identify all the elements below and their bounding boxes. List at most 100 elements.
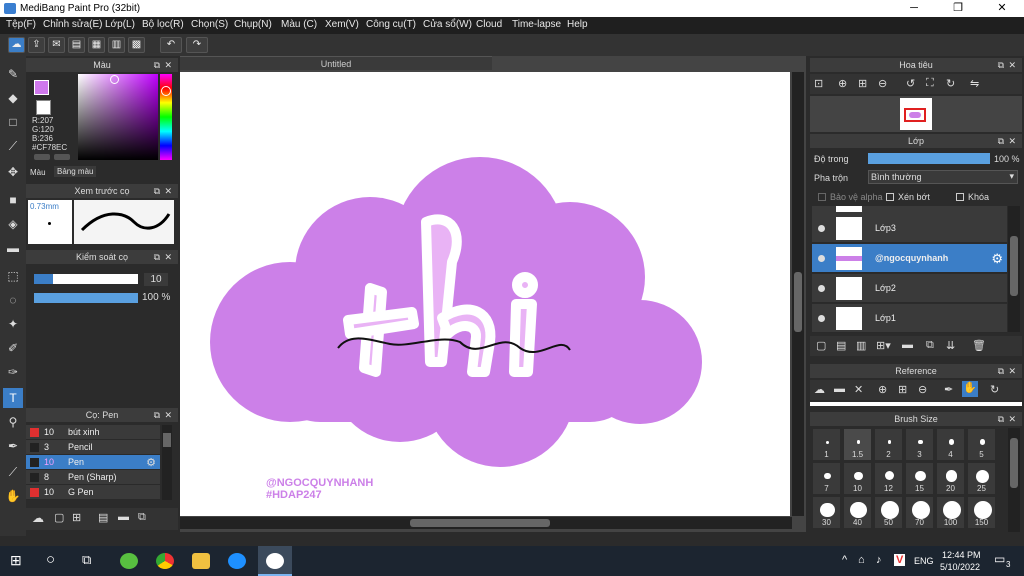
scroll-thumb[interactable] (794, 272, 802, 332)
notification-icon[interactable]: ▭ (994, 552, 1005, 566)
close-icon[interactable]: ✕ (164, 408, 172, 422)
new-layer-icon[interactable]: ▢ (816, 339, 826, 352)
select-eraser-tool-icon[interactable]: ✑ (3, 362, 23, 382)
saturation-value-picker[interactable] (78, 74, 158, 160)
brush-size-cell[interactable]: 4 (936, 428, 965, 461)
layer-row-selected[interactable]: @ngocquynhanh ⚙ (812, 244, 1007, 273)
close-icon[interactable]: ✕ (1008, 58, 1016, 72)
antivirus-icon[interactable]: V (894, 554, 906, 566)
lasso-tool-icon[interactable]: ◌ (3, 290, 23, 310)
brush-size-cell[interactable]: 1 (812, 428, 841, 461)
eyedropper-icon[interactable]: ✒ (944, 383, 953, 396)
tab-color[interactable]: Màu (30, 168, 46, 177)
gear-icon[interactable]: ⚙ (991, 251, 1003, 267)
menu-cloud[interactable]: Cloud (476, 19, 502, 30)
brush-size-cell[interactable]: 15 (905, 462, 934, 495)
brush-list-scrollbar[interactable] (162, 425, 172, 500)
menu-edit[interactable]: Chỉnh sửa(E) (43, 19, 103, 30)
layer-row[interactable]: Lớp3 (812, 214, 1007, 243)
brush-size-cell[interactable]: 100 (936, 496, 965, 529)
actual-size-icon[interactable]: ⊞ (898, 383, 907, 396)
close-icon[interactable]: ✕ (164, 58, 172, 72)
maximize-button[interactable]: ❐ (936, 0, 980, 17)
network-icon[interactable]: ⌂ (858, 554, 865, 566)
canvas-horizontal-scrollbar[interactable] (180, 517, 792, 529)
chrome-icon[interactable] (156, 553, 174, 569)
brush-size-cell[interactable]: 20 (936, 462, 965, 495)
scroll-thumb[interactable] (1010, 236, 1018, 296)
close-icon[interactable]: ✕ (164, 250, 172, 264)
hand-tool-icon[interactable]: ✋ (3, 486, 23, 506)
edge-icon[interactable] (228, 553, 246, 569)
menu-timelapse[interactable]: Time-lapse (512, 19, 561, 30)
zoom-out-icon[interactable]: ⊖ (918, 383, 927, 396)
magic-wand-tool-icon[interactable]: ✦ (3, 314, 23, 334)
color-picker-handle[interactable] (110, 75, 119, 84)
canvas-vertical-scrollbar[interactable] (792, 72, 804, 516)
drawing-canvas[interactable]: @NGOCQUYNHANH #HDAP247 (180, 72, 790, 516)
layer-visibility-icon[interactable] (818, 225, 825, 232)
app-icon-green[interactable] (120, 553, 138, 569)
hand-icon[interactable]: ✋ (962, 381, 978, 397)
zoom-in-icon[interactable]: ⊕ (878, 383, 887, 396)
brush-size-cell[interactable]: 10 (843, 462, 872, 495)
cloud-download-icon[interactable]: ☁ (32, 511, 44, 525)
menu-capture[interactable]: Chụp(N) (234, 19, 272, 30)
layer-row[interactable]: Lớp1 (812, 304, 1007, 333)
gradient-tool-icon[interactable]: ▬ (3, 238, 23, 258)
brush-tool-icon[interactable]: ✎ (3, 64, 23, 84)
redo-icon[interactable]: ↷ (186, 37, 208, 53)
undock-icon[interactable]: ⧉ (154, 58, 160, 72)
layer-visibility-icon[interactable] (818, 285, 825, 292)
layer-opacity-slider[interactable] (868, 153, 990, 164)
rotate-left-icon[interactable]: ↺ (906, 77, 915, 90)
open-folder-icon[interactable]: ▬ (834, 383, 845, 395)
layer-row[interactable]: Lớp2 (812, 274, 1007, 303)
color-option-button[interactable] (34, 154, 50, 160)
duplicate-layer-icon[interactable]: ⧉ (926, 339, 934, 352)
new-8bit-layer-icon[interactable]: ▥ (856, 339, 866, 352)
add-layer-menu-icon[interactable]: ⊞▾ (876, 339, 891, 352)
brush-size-cell[interactable]: 5 (967, 428, 996, 461)
close-icon[interactable]: ✕ (1008, 412, 1016, 426)
zoom-in-icon[interactable]: ⊕ (838, 77, 847, 90)
merge-down-icon[interactable]: ⇊ (946, 339, 955, 352)
close-icon[interactable]: ✕ (1008, 364, 1016, 378)
rectangle-tool-icon[interactable]: ■ (3, 190, 23, 210)
undock-icon[interactable]: ⧉ (154, 250, 160, 264)
primary-color-swatch[interactable] (34, 80, 49, 95)
panels-icon[interactable]: ▥ (108, 37, 125, 53)
share-icon[interactable]: ⇪ (28, 37, 45, 53)
brush-size-cell[interactable]: 50 (874, 496, 903, 529)
reference-scroll-track[interactable] (810, 402, 1022, 406)
menu-file[interactable]: Tệp(F) (6, 19, 36, 30)
hue-handle[interactable] (161, 86, 171, 96)
pen-tool-icon[interactable]: ⟋ (3, 462, 23, 482)
rotate-icon[interactable]: ↻ (990, 383, 999, 396)
brush-size-cell[interactable]: 25 (967, 462, 996, 495)
comment-icon[interactable]: ✉ (48, 37, 65, 53)
brush-item-selected[interactable]: 10 Pen ⚙ (26, 455, 160, 470)
operation-tool-icon[interactable]: ⚲ (3, 412, 23, 432)
undock-icon[interactable]: ⧉ (154, 184, 160, 198)
add-brush-icon[interactable]: ⊞ (72, 511, 81, 524)
menu-help[interactable]: Help (567, 19, 588, 30)
rotate-right-icon[interactable]: ↻ (946, 77, 955, 90)
layer-row-partial[interactable] (812, 206, 1007, 214)
brush-item[interactable]: 10 G Pen (26, 485, 160, 500)
actual-size-icon[interactable]: ⊞ (858, 77, 867, 90)
scroll-thumb[interactable] (1010, 438, 1018, 488)
undock-icon[interactable]: ⧉ (154, 408, 160, 422)
eyedropper-tool-icon[interactable]: ✒ (3, 436, 23, 456)
secondary-color-swatch[interactable] (36, 100, 51, 115)
brush-size-cell[interactable]: 40 (843, 496, 872, 529)
brush-size-cell[interactable]: 30 (812, 496, 841, 529)
undock-icon[interactable]: ⧉ (998, 412, 1004, 426)
clock-date[interactable]: 5/10/2022 (940, 562, 980, 572)
cloud-icon[interactable]: ☁ (8, 37, 25, 53)
close-icon[interactable]: ✕ (1008, 134, 1016, 148)
document-icon[interactable]: ▦ (88, 37, 105, 53)
brush-item[interactable]: 3 Pencil (26, 440, 160, 455)
brush-size-cell[interactable]: 7 (812, 462, 841, 495)
menu-filter[interactable]: Bộ lọc(R) (142, 19, 184, 30)
